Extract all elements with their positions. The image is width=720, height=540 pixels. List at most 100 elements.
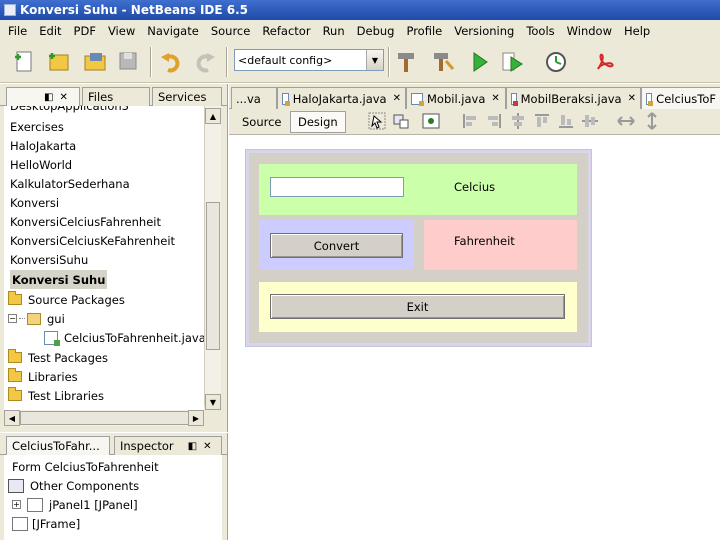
celcius-input[interactable] <box>270 177 404 197</box>
pdf-icon[interactable] <box>592 49 618 75</box>
undo-icon[interactable] <box>158 49 184 75</box>
menu-view[interactable]: View <box>102 24 141 38</box>
folder-icon <box>8 291 22 305</box>
editor-tab-mobil[interactable]: Mobil.java ✕ <box>406 87 506 109</box>
tab-navigator[interactable]: CelciusToFahr... <box>6 436 110 455</box>
align-bottom-icon[interactable] <box>557 112 575 130</box>
java-file-icon <box>411 92 424 106</box>
menu-window[interactable]: Window <box>561 24 618 38</box>
expand-icon[interactable]: + <box>12 500 21 509</box>
editor-tab-mobilberaksi[interactable]: MobilBeraksi.java ✕ <box>506 87 641 109</box>
menu-debug[interactable]: Debug <box>351 24 401 38</box>
tree-item-libraries[interactable]: Libraries <box>8 367 78 386</box>
close-tab-icon[interactable]: ✕ <box>628 93 636 104</box>
new-file-icon[interactable] <box>12 49 38 75</box>
align-top-icon[interactable] <box>533 112 551 130</box>
netbeans-app-icon <box>4 4 16 16</box>
tab-inspector[interactable]: Inspector ◧ ✕ <box>114 436 222 455</box>
chevron-down-icon[interactable]: ▼ <box>366 50 383 70</box>
editor-tab-celciustof[interactable]: CelciusToF <box>641 87 720 109</box>
tree-item-test-libraries[interactable]: Test Libraries <box>8 386 104 405</box>
view-tab-source[interactable]: Source <box>234 111 290 133</box>
menu-edit[interactable]: Edit <box>33 24 67 38</box>
scroll-left-icon[interactable]: ◀ <box>4 410 20 426</box>
tree-item-test-packages[interactable]: Test Packages <box>8 348 108 367</box>
title-bar: Konversi Suhu - NetBeans IDE 6.5 <box>0 0 720 20</box>
clean-build-icon[interactable] <box>430 49 456 75</box>
tab-services[interactable]: Services <box>152 87 222 106</box>
tree-item-project[interactable]: Exercises <box>10 117 64 136</box>
tree-item-project[interactable]: DesktopApplication3 <box>10 106 129 115</box>
project-tree-hscrollbar[interactable]: ◀ ▶ <box>4 410 204 426</box>
new-project-icon[interactable] <box>46 49 72 75</box>
inspector-item-other-components[interactable]: Other Components <box>8 476 139 495</box>
close-icon[interactable]: ✕ <box>59 92 67 103</box>
scroll-right-icon[interactable]: ▶ <box>188 410 204 426</box>
close-tab-icon[interactable]: ✕ <box>491 93 499 104</box>
close-icon[interactable]: ✕ <box>203 441 211 452</box>
menu-versioning[interactable]: Versioning <box>448 24 520 38</box>
tree-item-source-packages[interactable]: Source Packages <box>8 290 125 309</box>
redo-icon[interactable] <box>192 49 218 75</box>
open-project-icon[interactable] <box>82 49 108 75</box>
tree-item-project[interactable]: HelloWorld <box>10 155 72 174</box>
tab-files[interactable]: Files <box>82 87 150 106</box>
tree-item-java-file[interactable]: CelciusToFahrenheit.java <box>44 328 204 347</box>
tree-item-project[interactable]: KonversiCelciusFahrenheit <box>10 212 161 231</box>
projects-panel: ◧ ✕ Files Services DesktopApplication3 E… <box>0 84 228 432</box>
resize-vertical-icon[interactable] <box>643 112 661 130</box>
run-icon[interactable] <box>466 49 492 75</box>
menu-navigate[interactable]: Navigate <box>141 24 205 38</box>
project-tree: DesktopApplication3 Exercises HaloJakart… <box>4 106 204 416</box>
hscroll-thumb[interactable] <box>20 411 190 425</box>
tab-projects[interactable]: ◧ ✕ <box>6 87 80 106</box>
tree-item-project[interactable]: KalkulatorSederhana <box>10 174 130 193</box>
menu-source[interactable]: Source <box>205 24 257 38</box>
inspector-item-jpanel[interactable]: + jPanel1 [JPanel] <box>12 495 138 514</box>
selection-mode-icon[interactable] <box>368 112 386 130</box>
debug-icon[interactable] <box>500 49 526 75</box>
tree-item-selected-project[interactable]: Konversi Suhu <box>10 270 108 289</box>
menu-file[interactable]: File <box>2 24 33 38</box>
connection-mode-icon[interactable] <box>392 112 410 130</box>
panel-icon <box>27 497 43 512</box>
center-vertically-icon[interactable] <box>581 112 599 130</box>
inspector-item-jframe[interactable]: [JFrame] <box>12 514 80 533</box>
preview-design-icon[interactable] <box>422 112 440 130</box>
tree-item-project[interactable]: KonversiCelciusKeFahrenheit <box>10 231 175 250</box>
project-tree-vscrollbar[interactable]: ▲ ▼ <box>204 106 221 410</box>
center-horizontally-icon[interactable] <box>509 112 527 130</box>
align-left-icon[interactable] <box>461 112 479 130</box>
minimize-icon[interactable]: ◧ <box>188 441 197 452</box>
tree-item-project[interactable]: Konversi <box>10 193 59 212</box>
editor-tab-halojakarta[interactable]: HaloJakarta.java ✕ <box>277 87 406 109</box>
convert-button[interactable]: Convert <box>270 233 403 258</box>
editor-tab-truncated[interactable]: ...va <box>231 87 277 109</box>
menu-run[interactable]: Run <box>317 24 351 38</box>
resize-horizontal-icon[interactable] <box>617 112 635 130</box>
package-icon <box>27 312 41 325</box>
vscroll-thumb[interactable] <box>206 202 220 350</box>
close-tab-icon[interactable]: ✕ <box>393 93 401 104</box>
build-hammer-icon[interactable] <box>394 49 420 75</box>
profile-icon[interactable] <box>544 49 570 75</box>
menu-profile[interactable]: Profile <box>400 24 448 38</box>
menu-pdf[interactable]: PDF <box>68 24 102 38</box>
view-tab-design[interactable]: Design <box>290 111 346 133</box>
menu-help[interactable]: Help <box>618 24 656 38</box>
exit-button[interactable]: Exit <box>270 294 565 319</box>
minimize-icon[interactable]: ◧ <box>44 92 53 103</box>
tree-item-project[interactable]: HaloJakarta <box>10 136 76 155</box>
tree-item-project[interactable]: KonversiSuhu <box>10 250 88 269</box>
config-dropdown[interactable]: <default config> ▼ <box>234 49 384 71</box>
menu-bar: File Edit PDF View Navigate Source Refac… <box>0 20 720 41</box>
menu-refactor[interactable]: Refactor <box>256 24 316 38</box>
tree-item-package-gui[interactable]: − gui <box>8 309 65 328</box>
save-all-icon[interactable] <box>116 49 142 75</box>
inspector-item-form[interactable]: Form CelciusToFahrenheit <box>12 457 159 476</box>
scroll-up-icon[interactable]: ▲ <box>205 108 221 124</box>
align-right-icon[interactable] <box>485 112 503 130</box>
menu-tools[interactable]: Tools <box>520 24 560 38</box>
collapse-icon[interactable]: − <box>8 314 17 323</box>
scroll-down-icon[interactable]: ▼ <box>205 394 221 410</box>
